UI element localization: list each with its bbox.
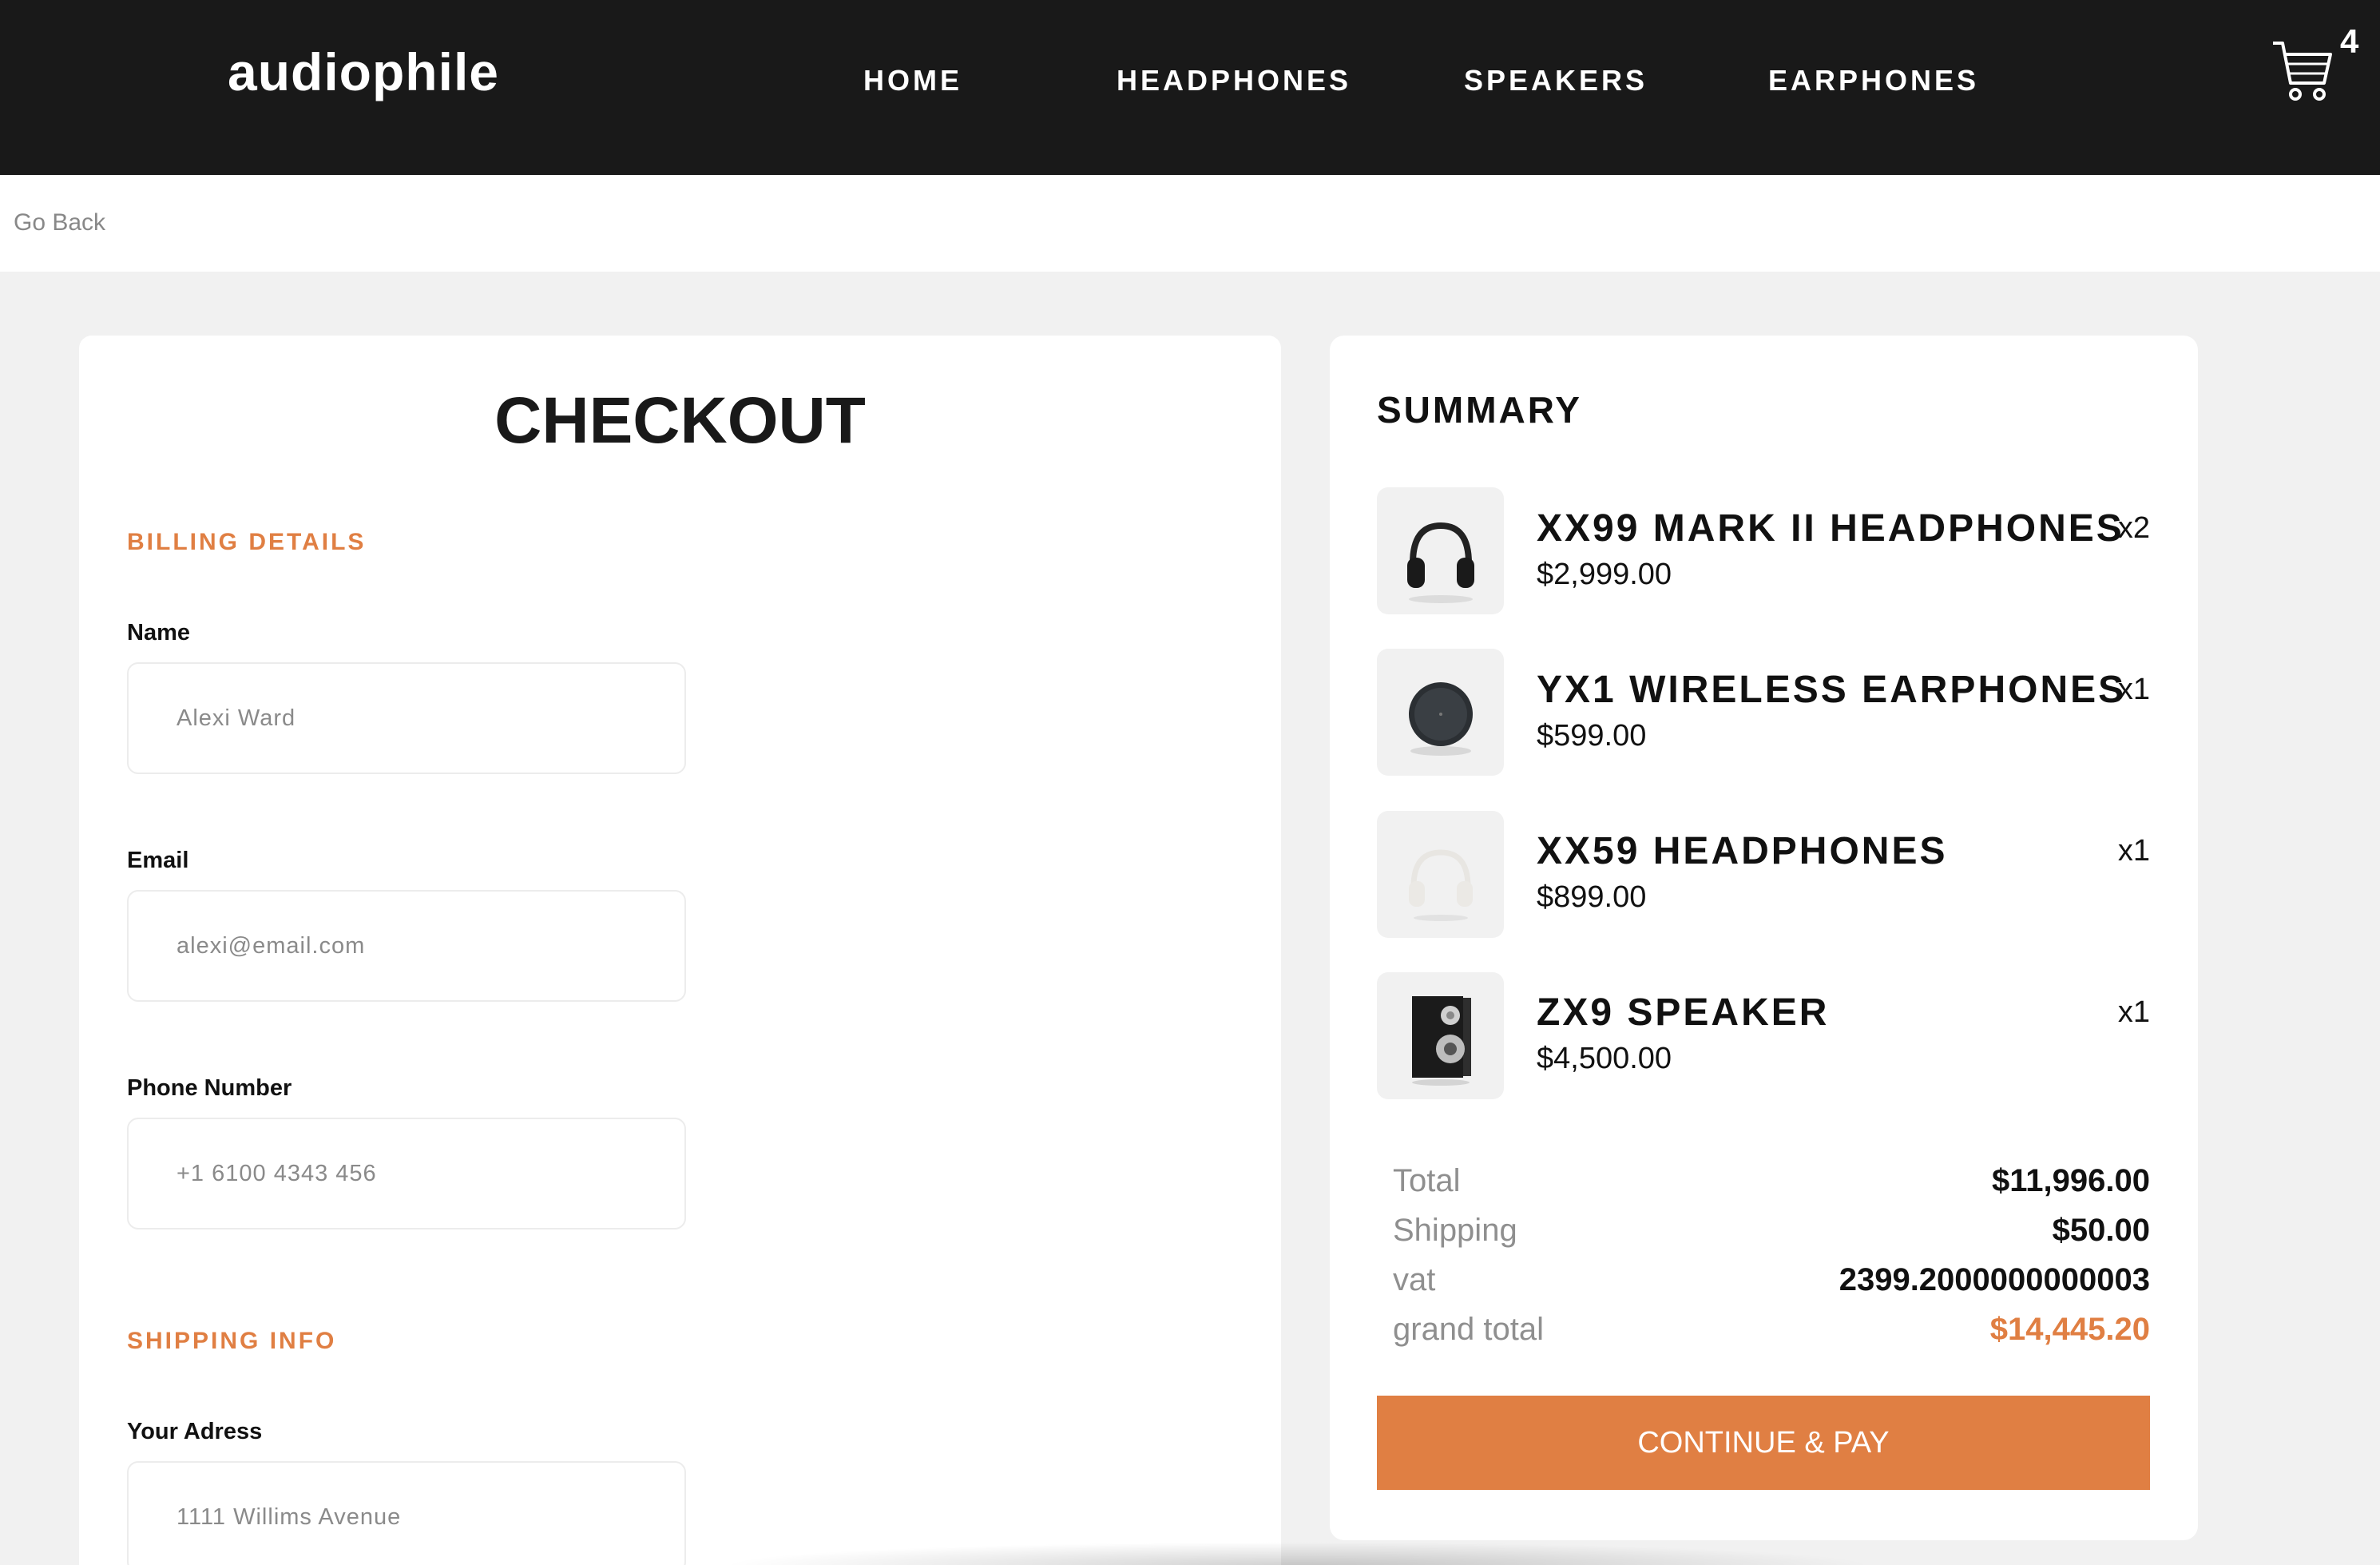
billing-details-heading: BILLING DETAILS xyxy=(127,529,367,555)
nav-home[interactable]: HOME xyxy=(863,64,962,97)
shipping-label: Shipping xyxy=(1393,1213,1517,1248)
item-name: XX99 MARK II HEADPHONES xyxy=(1537,507,2124,550)
address-label: Your Adress xyxy=(127,1419,263,1444)
headphones-black-icon xyxy=(1377,487,1504,614)
nav-headphones[interactable]: HEADPHONES xyxy=(1117,64,1351,97)
name-field[interactable] xyxy=(127,662,686,774)
item-quantity: x1 xyxy=(2117,995,2150,1029)
checkout-title: CHECKOUT xyxy=(494,384,866,457)
item-name: XX59 HEADPHONES xyxy=(1537,830,1948,872)
nav-speakers[interactable]: SPEAKERS xyxy=(1464,64,1648,97)
continue-and-pay-button[interactable]: CONTINUE & PAY xyxy=(1377,1396,2150,1490)
go-back-link[interactable]: Go Back xyxy=(14,209,105,236)
item-price: $4,500.00 xyxy=(1537,1042,1672,1075)
cart-icon[interactable] xyxy=(2271,38,2332,102)
vat-label: vat xyxy=(1393,1262,1436,1297)
logo[interactable]: audiophile xyxy=(228,42,499,102)
speaker-icon xyxy=(1377,972,1504,1099)
go-back-bar xyxy=(0,175,2380,272)
address-field[interactable] xyxy=(127,1461,686,1565)
grand-total-value: $14,445.20 xyxy=(1989,1312,2150,1347)
grand-total-label: grand total xyxy=(1393,1312,1545,1347)
item-quantity: x1 xyxy=(2117,673,2150,706)
vat-value: 2399.2000000000003 xyxy=(1839,1262,2150,1297)
site-header: audiophile HOME HEADPHONES SPEAKERS EARP… xyxy=(0,0,2380,175)
email-field[interactable] xyxy=(127,890,686,1002)
phone-label: Phone Number xyxy=(127,1075,292,1101)
total-label: Total xyxy=(1393,1163,1461,1198)
item-quantity: x1 xyxy=(2117,834,2150,868)
total-value: $11,996.00 xyxy=(1992,1163,2150,1198)
shipping-value: $50.00 xyxy=(2052,1213,2150,1248)
item-name: ZX9 SPEAKER xyxy=(1537,991,1830,1034)
item-price: $599.00 xyxy=(1537,719,1647,753)
summary-title: SUMMARY xyxy=(1377,389,1582,431)
headphones-white-icon xyxy=(1377,811,1504,938)
item-quantity: x2 xyxy=(2117,511,2150,545)
phone-field[interactable] xyxy=(127,1118,686,1229)
item-price: $899.00 xyxy=(1537,880,1647,914)
floating-shadow xyxy=(719,1542,1877,1565)
cart-count-badge: 4 xyxy=(2340,22,2359,60)
nav-earphones[interactable]: EARPHONES xyxy=(1768,64,1979,97)
name-label: Name xyxy=(127,620,190,645)
earphones-case-icon xyxy=(1377,649,1504,776)
shipping-info-heading: SHIPPING INFO xyxy=(127,1328,337,1354)
email-label: Email xyxy=(127,848,189,873)
item-price: $2,999.00 xyxy=(1537,558,1672,591)
item-name: YX1 WIRELESS EARPHONES xyxy=(1537,669,2127,711)
